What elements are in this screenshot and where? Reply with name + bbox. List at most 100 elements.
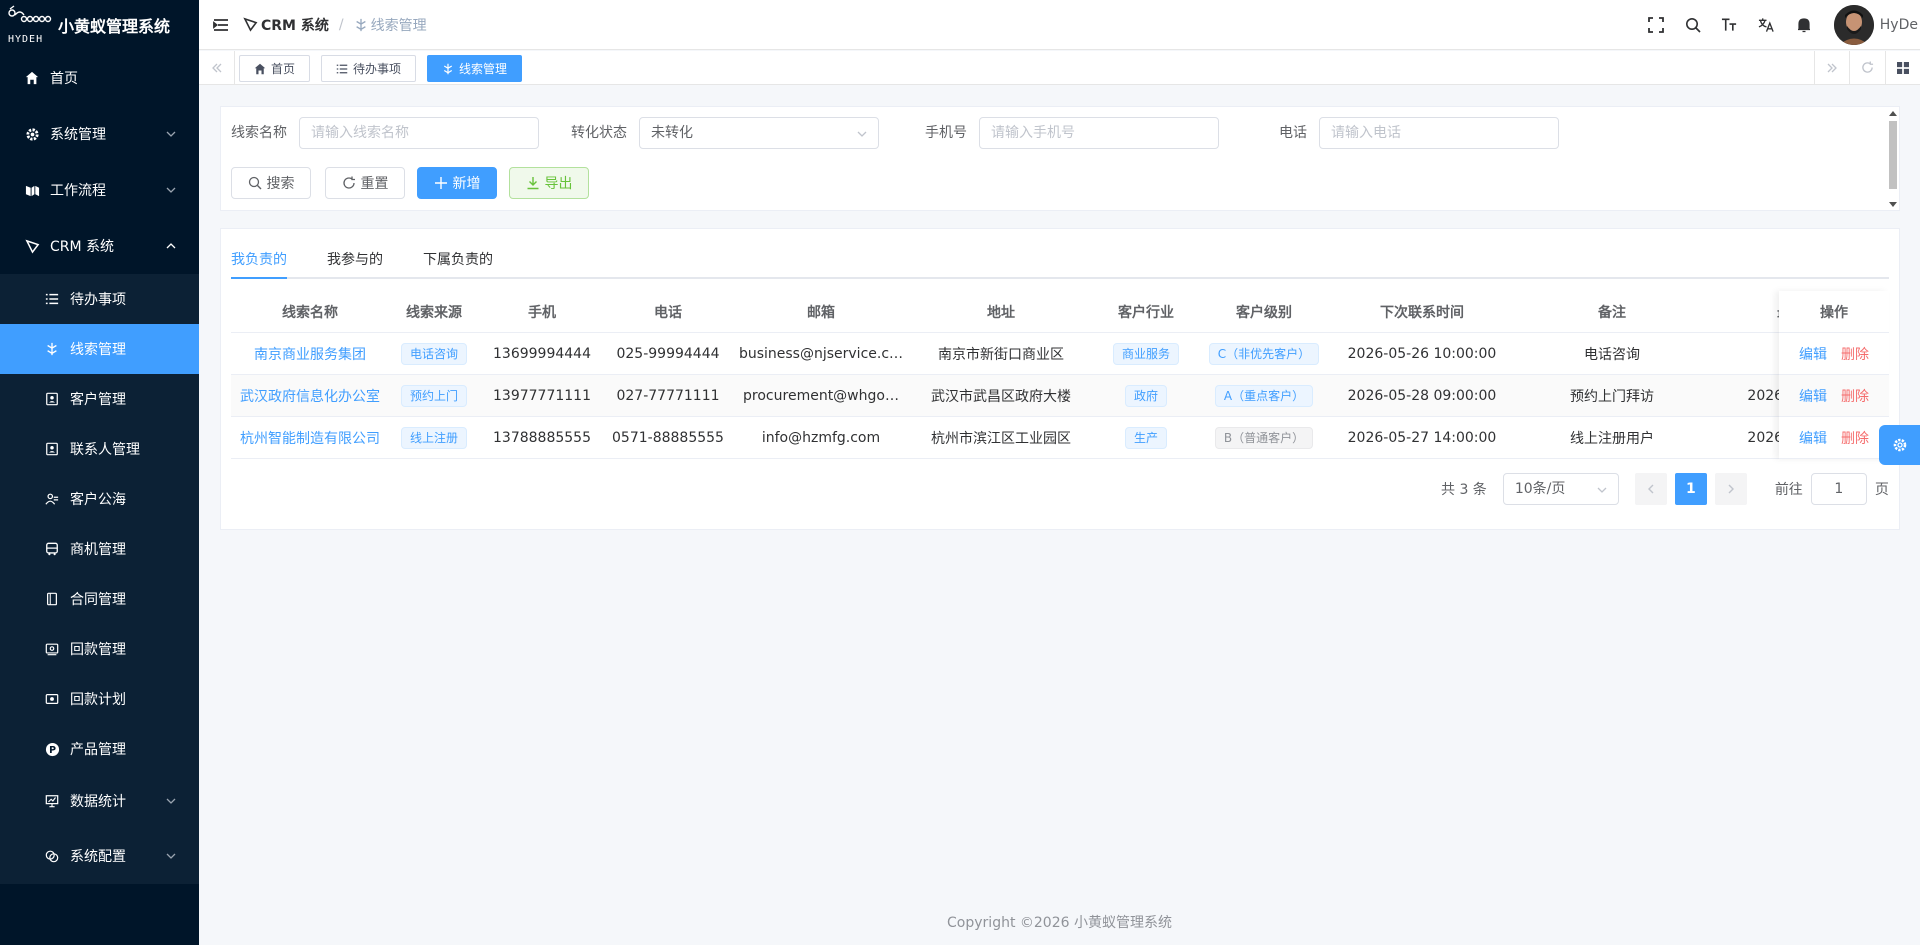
sidebar-item-public-sea[interactable]: 客户公海 (0, 474, 199, 524)
clue-icon (355, 18, 366, 31)
goto-page-input[interactable]: 1 (1810, 473, 1867, 505)
chevron-down-icon (166, 131, 176, 137)
next-page-button[interactable] (1714, 473, 1747, 505)
sidebar-item-contract[interactable]: 合同管理 (0, 574, 199, 624)
footer-copyright: Copyright ©2026 小黄蚁管理系统 (947, 915, 1172, 931)
col-header: 线索名称 (282, 304, 338, 321)
delete-button[interactable]: 删除 (1841, 428, 1869, 448)
breadcrumb-label: 线索管理 (370, 17, 427, 34)
settings-float-button[interactable] (1879, 425, 1920, 465)
refresh-button[interactable] (1849, 51, 1884, 84)
email-cell: business@njservice.c… (738, 345, 904, 362)
page-number[interactable]: 1 (1674, 473, 1707, 505)
edit-button[interactable]: 编辑 (1799, 344, 1827, 364)
status-select[interactable]: 未转化 (639, 117, 879, 149)
phone-input[interactable] (1319, 117, 1559, 149)
tag-clue[interactable]: 线索管理 (427, 55, 523, 82)
tag-label: 线索管理 (459, 62, 508, 76)
sidebar-item-system[interactable]: 系统管理 (0, 106, 199, 162)
col-header: 邮箱 (807, 304, 835, 321)
address-cell: 南京市新街口商业区 (938, 346, 1064, 363)
bell-icon[interactable] (1795, 16, 1813, 34)
sidebar-item-label: 待办事项 (70, 292, 126, 308)
chevron-down-icon (1597, 487, 1607, 493)
industry-badge: 政府 (1124, 384, 1167, 407)
sidebar-item-crm[interactable]: CRM 系统 (0, 218, 199, 274)
sidebar-item-clue[interactable]: 线索管理 (0, 324, 199, 374)
search-icon[interactable] (1684, 16, 1702, 34)
edit-button[interactable]: 编辑 (1799, 428, 1827, 448)
reset-button-label: 重置 (360, 176, 389, 192)
scrollbar-thumb[interactable] (1889, 121, 1897, 189)
top-header: CRM 系统 / 线索管理 HyDe (199, 0, 1920, 50)
mobile-cell: 13699994444 (493, 345, 591, 362)
grid-menu-button[interactable] (1885, 51, 1920, 84)
chevron-down-icon (166, 853, 176, 859)
sidebar-item-statistics[interactable]: 数据统计 (0, 774, 199, 828)
add-button[interactable]: 新增 (417, 167, 497, 199)
page-size-select[interactable]: 10条/页 (1502, 473, 1619, 505)
chevron-left-icon (1647, 484, 1654, 494)
industry-cell: 商业服务 (1091, 333, 1201, 374)
delete-button[interactable]: 删除 (1841, 386, 1869, 406)
sidebar-item-label: 系统配置 (70, 849, 126, 865)
sidebar-item-contact[interactable]: 联系人管理 (0, 424, 199, 474)
sidebar-item-home[interactable]: 首页 (0, 50, 199, 106)
sidebar-item-payment-plan[interactable]: 回款计划 (0, 674, 199, 724)
sidebar-item-config[interactable]: 系统配置 (0, 828, 199, 884)
col-header: 客户级别 (1236, 304, 1292, 321)
clue-table-panel: 我负责的 我参与的 下属负责的 线索名称 线索来源 手机 电话 邮箱 地址 客户… (220, 228, 1900, 530)
delete-button[interactable]: 删除 (1841, 344, 1869, 364)
next-contact-cell: 2026-05-27 14:00:00 (1347, 429, 1497, 446)
sidebar-item-payment[interactable]: 回款管理 (0, 624, 199, 674)
clue-name-link[interactable]: 杭州智能制造有限公司 (231, 417, 389, 458)
source-cell: 预约上门 (389, 375, 479, 416)
sidebar-item-todo[interactable]: 待办事项 (0, 274, 199, 324)
level-badge: C（非优先客户） (1208, 342, 1320, 365)
chevron-down-icon (166, 187, 176, 193)
sidebar-item-opportunity[interactable]: 商机管理 (0, 524, 199, 574)
hamburger-icon[interactable] (213, 17, 229, 33)
status-select-value: 未转化 (651, 125, 693, 141)
translate-icon[interactable] (1758, 16, 1776, 34)
clue-name-link[interactable]: 武汉政府信息化办公室 (231, 375, 389, 416)
tag-todo[interactable]: 待办事项 (321, 55, 417, 82)
mobile-cell: 13977771111 (493, 387, 591, 404)
sidebar-item-product[interactable]: P 产品管理 (0, 724, 199, 774)
pagination-total: 共 3 条 (1441, 482, 1487, 498)
payment-icon (44, 641, 60, 657)
tags-scroll-right-button[interactable] (1814, 51, 1849, 84)
breadcrumb-item-crm[interactable]: CRM 系统 (243, 15, 329, 35)
sidebar-item-customer[interactable]: 客户管理 (0, 374, 199, 424)
home-icon (254, 63, 266, 75)
tab-mine[interactable]: 我负责的 (231, 249, 287, 277)
svg-text:P: P (49, 744, 56, 755)
source-cell: 电话咨询 (389, 333, 479, 374)
sidebar-item-label: 线索管理 (70, 342, 126, 358)
col-header: 地址 (987, 304, 1015, 321)
clue-name-link[interactable]: 南京商业服务集团 (231, 333, 389, 374)
tab-participated[interactable]: 我参与的 (327, 249, 383, 277)
reset-button[interactable]: 重置 (325, 167, 405, 199)
tag-home[interactable]: 首页 (239, 55, 311, 82)
font-size-icon[interactable] (1721, 16, 1739, 34)
logo: HYDEH 小黄蚁管理系统 (0, 0, 199, 50)
table-header: 线索名称 线索来源 手机 电话 邮箱 地址 客户行业 客户级别 下次联系时间 备… (231, 291, 1889, 333)
tags-scroll-left-button[interactable] (199, 51, 235, 84)
crm-icon (24, 238, 40, 254)
prev-page-button[interactable] (1634, 473, 1667, 505)
search-scrollbar[interactable] (1889, 109, 1897, 209)
fullscreen-icon[interactable] (1647, 16, 1665, 34)
next-contact-cell: 2026-05-26 10:00:00 (1347, 345, 1497, 362)
sidebar-item-workflow[interactable]: 工作流程 (0, 162, 199, 218)
tab-subordinates[interactable]: 下属负责的 (423, 249, 493, 277)
username[interactable]: HyDe (1880, 17, 1918, 33)
edit-button[interactable]: 编辑 (1799, 386, 1827, 406)
export-button[interactable]: 导出 (509, 167, 589, 199)
op-header: 操作 (1779, 291, 1889, 333)
avatar[interactable] (1833, 5, 1874, 45)
mobile-input[interactable] (979, 117, 1219, 149)
ownership-tabs: 我负责的 我参与的 下属负责的 (231, 229, 1889, 279)
clue-name-input[interactable] (299, 117, 539, 149)
search-button[interactable]: 搜索 (231, 167, 311, 199)
